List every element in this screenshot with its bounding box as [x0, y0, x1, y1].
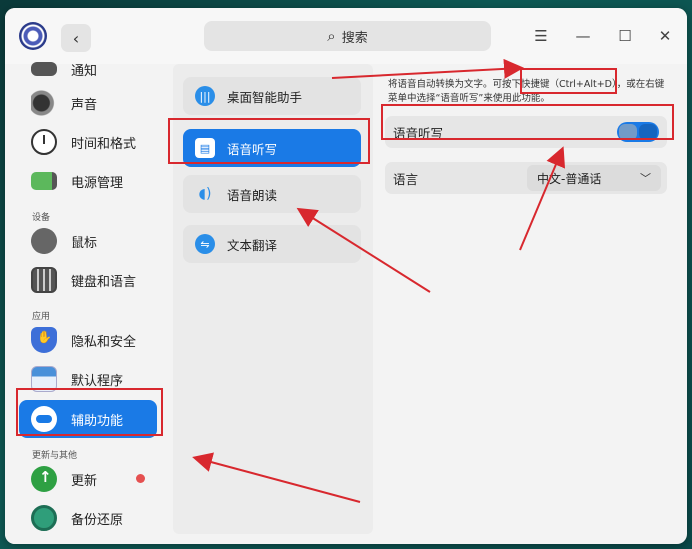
search-placeholder: 搜索: [341, 30, 368, 46]
sidebar-item-backup-restore[interactable]: 备份还原: [19, 499, 157, 537]
sidebar-item-label: 时间和格式: [71, 136, 137, 152]
language-row: 语言 中文-普通话 ﹀: [385, 162, 667, 194]
sidebar-item-label: 键盘和语言: [71, 274, 137, 290]
mouse-icon: [26, 223, 62, 259]
sidebar-item-sound[interactable]: 声音: [19, 84, 157, 122]
speaker-icon: [31, 90, 57, 116]
submenu-item-label: 桌面智能助手: [227, 89, 303, 105]
control-center-logo-icon: [19, 22, 47, 50]
sidebar-item-label: 默认程序: [71, 373, 124, 389]
translate-icon: ⇋: [195, 234, 215, 254]
sidebar-item-time-format[interactable]: 时间和格式: [19, 123, 157, 161]
sidebar-item-label: 声音: [71, 97, 98, 113]
sidebar-item-label: 电源管理: [71, 175, 124, 191]
sidebar-item-label: 鼠标: [71, 235, 98, 251]
sidebar-item-privacy-security[interactable]: 隐私和安全: [19, 321, 157, 359]
annotation-box-shortcut: [520, 68, 617, 94]
submenu-item-desktop-assistant[interactable]: ||| 桌面智能助手: [183, 77, 361, 115]
annotation-box-dictation: [168, 118, 370, 164]
chevron-down-icon: ﹀: [640, 172, 651, 185]
sidebar-item-mouse[interactable]: 鼠标: [19, 222, 157, 260]
shield-hand-icon: [31, 327, 57, 353]
sidebar-item-notifications[interactable]: 通知: [19, 50, 157, 88]
submenu-item-text-to-speech[interactable]: ◖) 语音朗读: [183, 175, 361, 213]
voice-wave-icon: |||: [195, 86, 215, 106]
clock-icon: [31, 129, 57, 155]
language-select[interactable]: 中文-普通话 ﹀: [527, 165, 661, 191]
update-arrow-icon: [31, 466, 57, 492]
keyboard-icon: [31, 267, 57, 293]
sidebar: 通知 声音 时间和格式 电源管理 设备 鼠标 键盘和语言 应用 隐私和安全: [5, 62, 168, 544]
submenu-item-translate[interactable]: ⇋ 文本翻译: [183, 225, 361, 263]
annotation-box-accessibility: [16, 388, 163, 436]
backup-icon: [31, 505, 57, 531]
minimize-icon[interactable]: —: [573, 26, 593, 46]
language-select-value: 中文-普通话: [537, 171, 602, 186]
sidebar-item-label: 备份还原: [71, 512, 124, 528]
sidebar-item-keyboard-language[interactable]: 键盘和语言: [19, 261, 157, 299]
annotation-box-toggle: [381, 104, 674, 140]
submenu-item-label: 文本翻译: [227, 237, 278, 253]
maximize-icon[interactable]: ☐: [615, 26, 635, 46]
sidebar-item-update[interactable]: 更新: [19, 460, 157, 498]
back-button[interactable]: ‹: [61, 24, 91, 52]
notification-dot: [136, 474, 145, 483]
close-icon[interactable]: ✕: [655, 26, 675, 46]
search-input[interactable]: ⌕ 搜索: [204, 21, 491, 51]
battery-icon: [31, 172, 57, 190]
chevron-left-icon: ‹: [72, 28, 80, 48]
speaker-wave-icon: ◖): [198, 186, 212, 202]
sidebar-item-power[interactable]: 电源管理: [19, 162, 157, 200]
submenu-item-label: 语音朗读: [227, 187, 278, 203]
sidebar-item-label: 隐私和安全: [71, 334, 137, 350]
bell-icon: [31, 62, 57, 76]
search-icon: ⌕: [327, 27, 336, 45]
language-label: 语言: [393, 171, 419, 187]
sidebar-item-label: 通知: [71, 63, 98, 79]
menu-icon[interactable]: ☰: [531, 26, 551, 46]
sidebar-item-label: 更新: [71, 473, 98, 489]
